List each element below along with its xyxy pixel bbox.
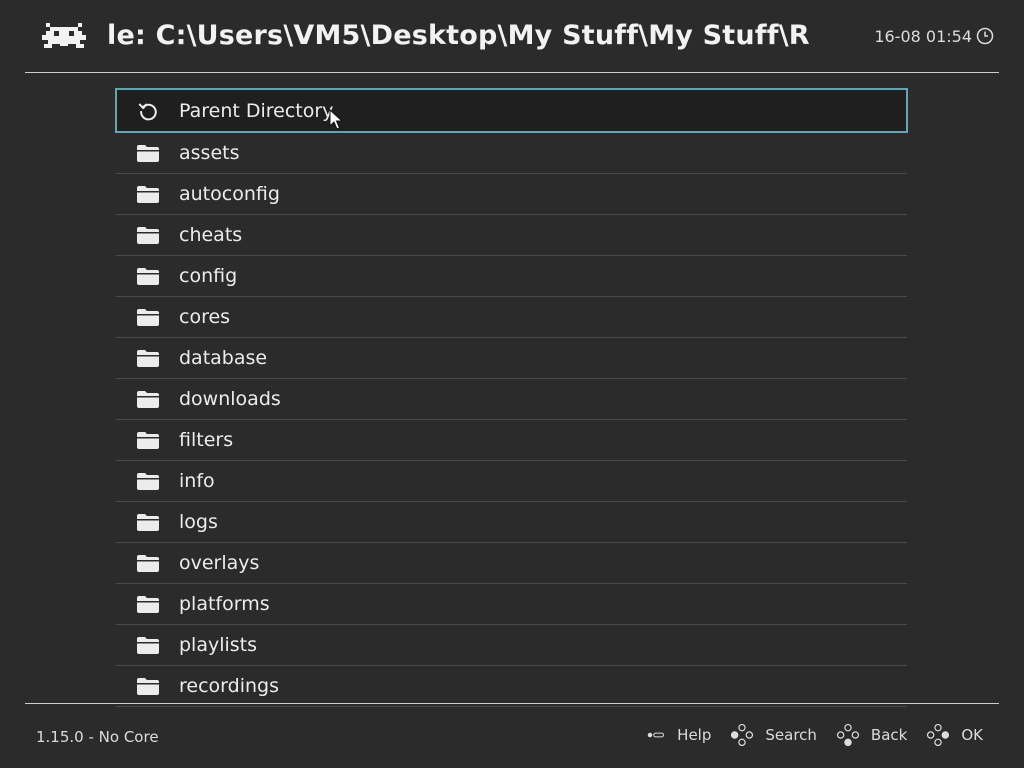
directory-item-logs[interactable]: logs: [116, 502, 907, 543]
current-path-title: le: C:\Users\VM5\Desktop\My Stuff\My Stu…: [107, 20, 810, 51]
ok-hint[interactable]: OK: [927, 724, 983, 746]
footer: 1.15.0 - No Core Help Search Back OK: [0, 704, 1024, 768]
header-divider: [25, 72, 999, 73]
item-label: filters: [179, 429, 234, 451]
folder-icon: [136, 471, 160, 491]
directory-item-assets[interactable]: assets: [116, 133, 907, 174]
item-label: cheats: [179, 224, 243, 246]
item-label: autoconfig: [179, 183, 280, 205]
directory-list: Parent Directory assets autoconfig cheats co…: [115, 88, 908, 707]
item-label: downloads: [179, 388, 281, 410]
folder-icon: [136, 512, 160, 532]
directory-item-downloads[interactable]: downloads: [116, 379, 907, 420]
directory-item-recordings[interactable]: recordings: [116, 666, 907, 707]
folder-icon: [136, 307, 160, 327]
folder-icon: [136, 676, 160, 696]
gamepad-buttons-icon: [731, 724, 765, 746]
parent-directory-item[interactable]: Parent Directory: [115, 88, 908, 133]
directory-item-platforms[interactable]: platforms: [116, 584, 907, 625]
directory-item-filters[interactable]: filters: [116, 420, 907, 461]
folder-icon: [136, 348, 160, 368]
version-label: 1.15.0 - No Core: [36, 728, 159, 746]
header: le: C:\Users\VM5\Desktop\My Stuff\My Stu…: [0, 0, 1024, 72]
directory-item-autoconfig[interactable]: autoconfig: [116, 174, 907, 215]
folder-icon: [136, 389, 160, 409]
back-hint[interactable]: Back: [836, 724, 908, 746]
select-button-icon: [647, 730, 677, 740]
directory-item-playlists[interactable]: playlists: [116, 625, 907, 666]
item-label: playlists: [179, 634, 258, 656]
item-label: Parent Directory: [179, 99, 334, 122]
folder-icon: [136, 594, 160, 614]
item-label: logs: [179, 511, 218, 533]
gamepad-buttons-icon: [927, 724, 961, 746]
search-hint[interactable]: Search: [731, 724, 817, 746]
help-hint[interactable]: Help: [647, 726, 711, 744]
directory-item-cheats[interactable]: cheats: [116, 215, 907, 256]
directory-item-database[interactable]: database: [116, 338, 907, 379]
item-label: database: [179, 347, 268, 369]
hint-label: Help: [677, 726, 712, 744]
folder-icon: [136, 143, 160, 163]
clock-time: 16-08 01:54: [874, 26, 972, 46]
clock-icon: [976, 27, 994, 45]
gamepad-buttons-icon: [836, 724, 871, 746]
directory-item-config[interactable]: config: [116, 256, 907, 297]
item-label: config: [179, 265, 238, 287]
space-invader-icon: [42, 23, 86, 48]
directory-item-cores[interactable]: cores: [116, 297, 907, 338]
folder-icon: [136, 553, 160, 573]
item-label: cores: [179, 306, 231, 328]
folder-icon: [136, 635, 160, 655]
folder-icon: [136, 430, 160, 450]
hint-label: Search: [765, 726, 817, 744]
item-label: recordings: [179, 675, 279, 697]
directory-item-overlays[interactable]: overlays: [116, 543, 907, 584]
folder-icon: [136, 225, 160, 245]
directory-item-info[interactable]: info: [116, 461, 907, 502]
item-label: overlays: [179, 552, 260, 574]
control-hints: Help Search Back OK: [627, 724, 983, 746]
clock: 16-08 01:54: [874, 25, 994, 47]
hint-label: OK: [961, 726, 983, 744]
refresh-icon: [136, 101, 160, 121]
folder-icon: [136, 266, 160, 286]
hint-label: Back: [870, 726, 908, 744]
item-label: info: [179, 470, 215, 492]
folder-icon: [136, 184, 160, 204]
file-browser-window: le: C:\Users\VM5\Desktop\My Stuff\My Stu…: [0, 0, 1024, 768]
item-label: assets: [179, 142, 240, 164]
item-label: platforms: [179, 593, 270, 615]
